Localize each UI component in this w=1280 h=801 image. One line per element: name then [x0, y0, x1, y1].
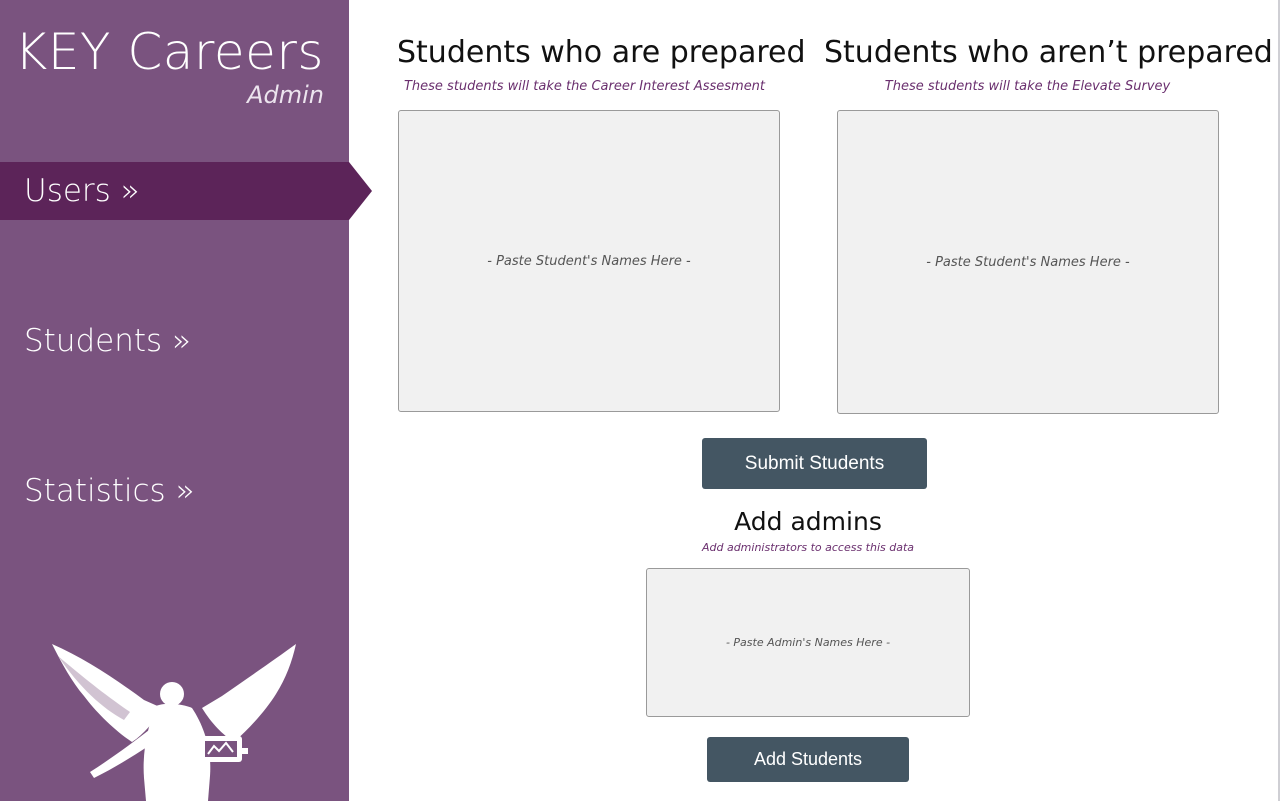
not-prepared-subtitle: These students will take the Elevate Sur… [884, 79, 1171, 94]
add-admins-title: Add admins [734, 507, 882, 536]
brand: KEY Careers Admin [15, 22, 324, 108]
brand-subtitle: Admin [247, 81, 324, 109]
admin-placeholder: - Paste Admin's Names Here - [725, 636, 891, 649]
not-prepared-names-textarea[interactable]: - Paste Student's Names Here - [837, 110, 1219, 414]
prepared-title: Students who are prepared [397, 35, 806, 70]
nav-item-users[interactable]: Users » [0, 162, 372, 220]
sidebar: KEY Careers Admin Users » Students » Sta… [0, 0, 372, 801]
prepared-names-textarea[interactable]: - Paste Student's Names Here - [398, 110, 780, 412]
prepared-placeholder: - Paste Student's Names Here - [487, 253, 691, 269]
add-admins-subtitle: Add administrators to access this data [701, 541, 915, 554]
winged-statue-logo-icon [52, 644, 296, 801]
nav-item-statistics[interactable]: Statistics » [0, 462, 349, 520]
not-prepared-title: Students who aren’t prepared [824, 35, 1273, 70]
brand-title: KEY Careers [14, 23, 324, 81]
nav-item-students[interactable]: Students » [0, 312, 349, 370]
not-prepared-placeholder: - Paste Student's Names Here - [926, 254, 1130, 270]
admin-names-textarea[interactable]: - Paste Admin's Names Here - [646, 568, 970, 717]
submit-students-button[interactable]: Submit Students [702, 438, 927, 489]
add-students-button[interactable]: Add Students [707, 737, 909, 782]
prepared-subtitle: These students will take the Career Inte… [403, 79, 766, 94]
